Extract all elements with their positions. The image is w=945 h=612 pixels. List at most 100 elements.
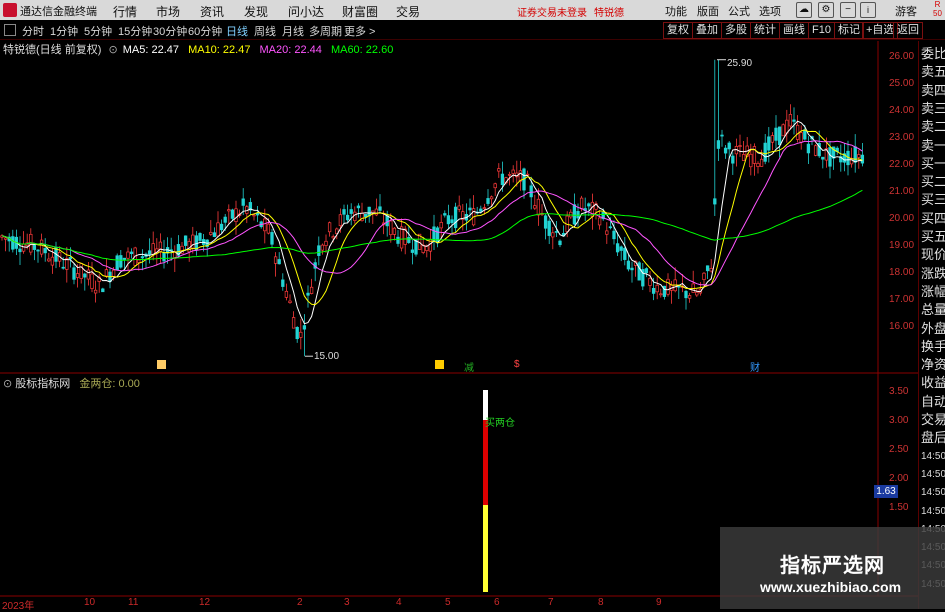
- candle-body: [651, 288, 656, 294]
- candle-body: [695, 291, 699, 296]
- event-marker-finance[interactable]: 财: [750, 359, 760, 374]
- side-panel-item[interactable]: 卖三: [921, 100, 945, 118]
- quote-side-panel: 委比 卖五 卖四 卖三 卖二 卖一 买一 买二 买三 买四 买五 现价 涨跌 涨幅 总量 外盘 换手 净资 收益 自动…: [918, 41, 945, 609]
- candle-body: [399, 226, 404, 249]
- candle-body: [749, 153, 753, 168]
- candle-body: [439, 222, 443, 229]
- side-panel-item[interactable]: 买四: [921, 210, 945, 228]
- side-panel-item[interactable]: 外盘: [921, 320, 945, 338]
- side-panel-item[interactable]: 买二: [921, 173, 945, 191]
- candle-body: [241, 198, 245, 206]
- side-panel-item[interactable]: 净资: [921, 356, 945, 374]
- candle-body: [525, 173, 530, 176]
- event-marker-dividend[interactable]: $: [514, 359, 520, 370]
- candle-body: [587, 203, 591, 207]
- candle-body: [543, 215, 548, 229]
- chart-canvas[interactable]: [0, 0, 945, 609]
- candle-body: [597, 217, 602, 226]
- candle-body: [738, 145, 742, 147]
- candle-body: [90, 273, 94, 289]
- candle-body: [223, 216, 227, 223]
- signal-bar-segment: [483, 505, 488, 592]
- candle-body: [273, 256, 278, 264]
- ma-line: [1, 120, 863, 325]
- candle-body: [799, 132, 803, 143]
- candle-body: [194, 235, 199, 251]
- candle-body: [741, 154, 746, 161]
- candle-body: [342, 209, 346, 215]
- x-tick: 4: [396, 597, 402, 608]
- side-panel-item[interactable]: 收益: [921, 374, 945, 392]
- side-panel-item[interactable]: 卖一: [921, 137, 945, 155]
- side-panel-item[interactable]: 委比: [921, 45, 945, 63]
- candle-body: [129, 251, 134, 255]
- candle-body: [554, 231, 559, 233]
- side-panel-item[interactable]: 买三: [921, 191, 945, 209]
- candle-body: [763, 142, 767, 162]
- candle-body: [759, 158, 764, 167]
- side-panel-item[interactable]: 盘后: [921, 429, 945, 447]
- candle-body: [356, 205, 361, 209]
- event-marker-reduce[interactable]: 减: [464, 359, 474, 374]
- candle-body: [50, 256, 55, 266]
- candle-body: [324, 240, 328, 246]
- sub-chart-title: 股标指标网: [15, 378, 71, 390]
- side-panel-item[interactable]: 现价: [921, 246, 945, 264]
- side-panel-item[interactable]: 卖二: [921, 118, 945, 136]
- candle-body: [623, 247, 627, 260]
- candle-body: [198, 233, 202, 241]
- side-panel-item[interactable]: 交易: [921, 411, 945, 429]
- candle-body: [266, 223, 271, 234]
- candle-body: [608, 226, 613, 229]
- sub-y-tick: 2.50: [889, 444, 909, 455]
- side-panel-item[interactable]: 14:50: [921, 503, 945, 521]
- candle-body: [576, 211, 580, 219]
- candle-body: [500, 173, 505, 185]
- candle-body: [209, 231, 213, 235]
- candle-body: [720, 134, 724, 137]
- candle-body: [147, 250, 152, 255]
- x-tick: 6: [494, 597, 500, 608]
- side-panel-item[interactable]: 14:50: [921, 466, 945, 484]
- side-panel-item[interactable]: 涨跌: [921, 265, 945, 283]
- side-panel-item[interactable]: 14:50: [921, 448, 945, 466]
- candle-body: [785, 119, 789, 134]
- candle-body: [479, 208, 483, 212]
- candle-body: [338, 214, 343, 227]
- candle-body: [644, 268, 649, 274]
- candle-body: [302, 325, 307, 330]
- candle-body: [529, 185, 533, 198]
- candle-body: [605, 230, 609, 235]
- candle-body: [435, 227, 440, 244]
- candle-body: [137, 259, 141, 263]
- side-panel-item[interactable]: 涨幅: [921, 283, 945, 301]
- candle-body: [626, 260, 631, 270]
- candle-body: [536, 198, 541, 216]
- indicator-settings-icon[interactable]: ⊙: [3, 378, 12, 390]
- candle-body: [317, 245, 321, 256]
- candle-body: [572, 204, 577, 225]
- candle-body: [497, 168, 501, 172]
- event-marker[interactable]: [435, 360, 444, 369]
- candle-body: [162, 252, 166, 262]
- side-panel-item[interactable]: 卖四: [921, 82, 945, 100]
- side-panel-item[interactable]: 换手: [921, 338, 945, 356]
- candle-body: [86, 269, 91, 280]
- candle-body: [493, 183, 497, 189]
- side-panel-item[interactable]: 自动: [921, 393, 945, 411]
- candle-body: [533, 205, 537, 209]
- side-panel-item[interactable]: 买一: [921, 155, 945, 173]
- side-panel-item[interactable]: 14:50: [921, 484, 945, 502]
- candle-body: [615, 243, 620, 253]
- y-tick: 23.00: [889, 132, 915, 143]
- candle-body: [648, 277, 652, 286]
- candle-body: [637, 262, 641, 281]
- candle-body: [612, 230, 616, 240]
- side-panel-item[interactable]: 卖五: [921, 63, 945, 81]
- x-tick: 2: [297, 597, 303, 608]
- side-panel-item[interactable]: 买五: [921, 228, 945, 246]
- candle-body: [450, 219, 454, 224]
- side-panel-item[interactable]: 总量: [921, 301, 945, 319]
- event-marker[interactable]: [157, 360, 166, 369]
- candle-body: [410, 249, 415, 253]
